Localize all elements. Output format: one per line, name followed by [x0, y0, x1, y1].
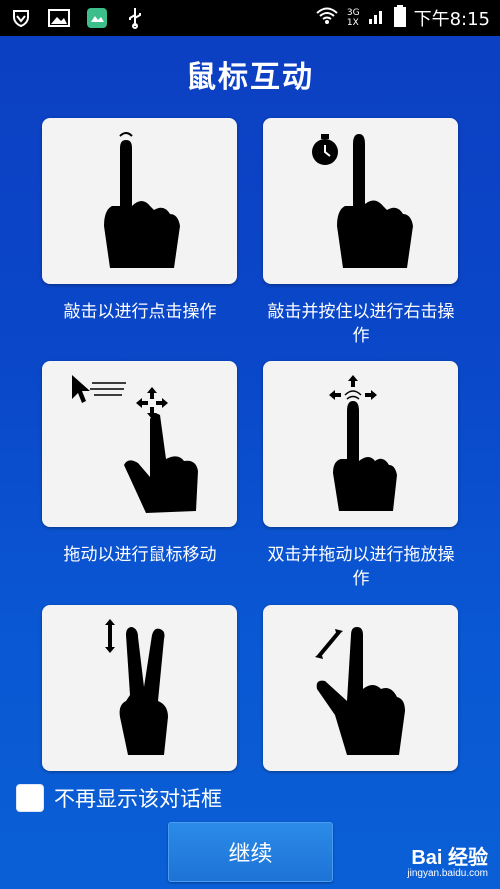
- watermark-url: jingyan.baidu.com: [407, 868, 488, 879]
- gesture-caption-double-drag: 双击并拖动以进行拖放操作: [267, 545, 455, 589]
- drag-move-gesture-icon: [72, 375, 198, 513]
- clock: 下午8:15: [413, 9, 490, 30]
- gesture-caption-hold: 敲击并按住以进行右击操作: [267, 302, 455, 346]
- dont-show-again-label[interactable]: 不再显示该对话框: [54, 783, 222, 813]
- status-bar: 3G 1X 下午8:15: [0, 0, 500, 36]
- app-icon: [86, 7, 108, 29]
- dont-show-again-row[interactable]: 不再显示该对话框: [16, 783, 222, 813]
- dialog-title: 鼠标互动: [186, 60, 314, 95]
- tap-and-hold-gesture-icon: [312, 134, 413, 268]
- gallery-icon: [48, 7, 70, 29]
- gesture-card-hold: [263, 118, 458, 284]
- gesture-card-pinch: [263, 605, 458, 771]
- pinch-zoom-gesture-icon: [315, 627, 405, 755]
- two-finger-scroll-gesture-icon: [105, 619, 168, 755]
- gesture-card-double-drag: [263, 361, 458, 527]
- usb-icon: [124, 7, 146, 29]
- wifi-icon: [315, 7, 339, 30]
- shield-icon: [10, 7, 32, 29]
- network-type: 3G 1X: [346, 8, 360, 28]
- gesture-caption-drag: 拖动以进行鼠标移动: [63, 545, 217, 565]
- dont-show-again-checkbox[interactable]: [16, 784, 44, 812]
- watermark-brand: Bai 经验: [411, 847, 488, 869]
- battery-icon: [393, 4, 406, 32]
- gesture-card-tap: [42, 118, 237, 284]
- baidu-watermark: Bai 经验 jingyan.baidu.com: [407, 841, 488, 879]
- continue-button[interactable]: 继续: [168, 822, 333, 882]
- gesture-card-scroll: [42, 605, 237, 771]
- single-tap-gesture-icon: [104, 132, 180, 268]
- double-tap-drag-gesture-icon: [329, 375, 397, 511]
- gesture-card-drag: [42, 361, 237, 527]
- gesture-caption-tap: 敲击以进行点击操作: [63, 302, 217, 322]
- signal-icon: [368, 7, 386, 30]
